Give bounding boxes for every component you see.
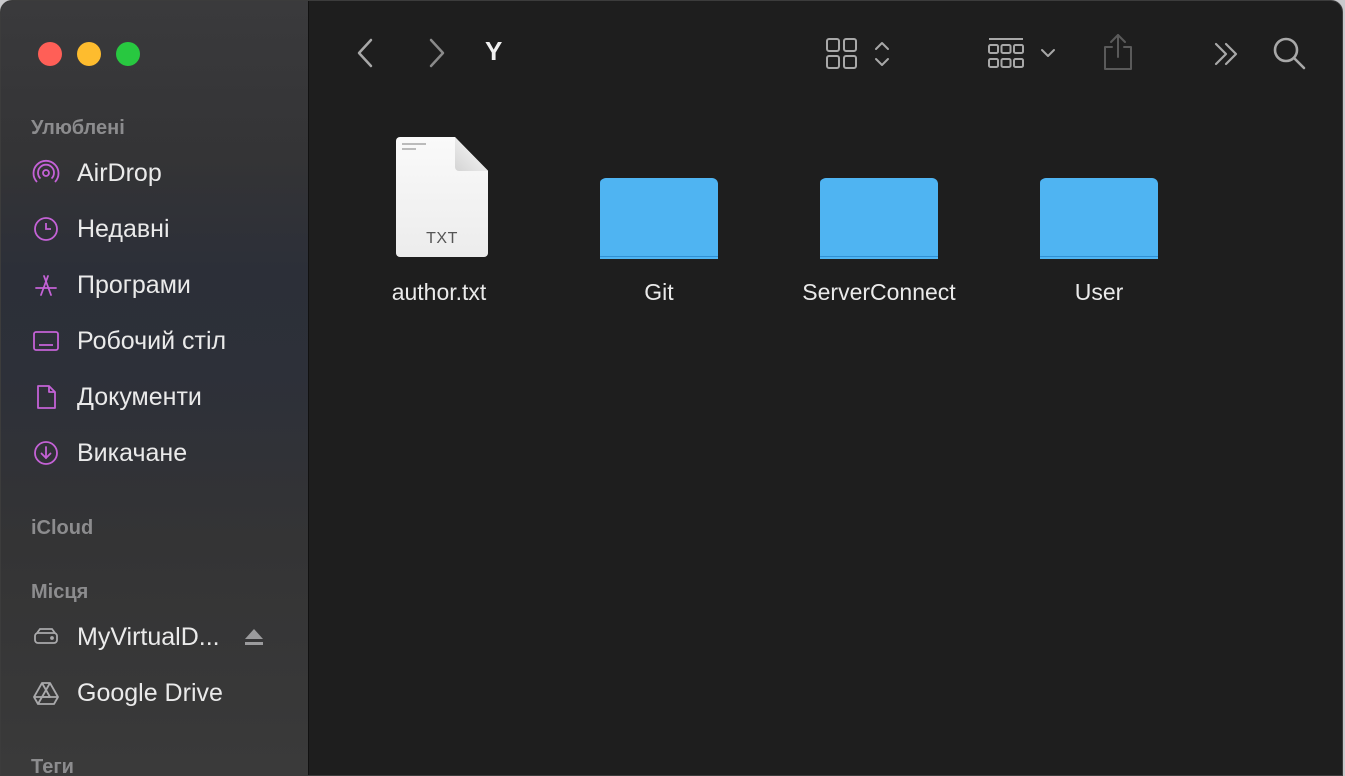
sidebar-item-downloads[interactable]: Викачане xyxy=(31,433,281,473)
group-icon[interactable] xyxy=(987,37,1059,71)
tags-section-title: Теги xyxy=(31,756,74,776)
file-item[interactable]: TXT author.txt xyxy=(339,137,539,306)
google-drive-icon xyxy=(31,678,61,708)
folder-icon xyxy=(809,137,949,268)
file-type-badge: TXT xyxy=(426,230,458,247)
sidebar-item-google-drive[interactable]: Google Drive xyxy=(31,673,281,713)
folder-item[interactable]: ServerConnect xyxy=(779,137,979,306)
folder-item[interactable]: Git xyxy=(559,137,759,306)
toolbar: Y xyxy=(309,1,1342,107)
more-chevrons-icon[interactable] xyxy=(1212,39,1242,69)
minimize-button[interactable] xyxy=(77,42,101,66)
download-icon xyxy=(31,438,61,468)
locations-section-title: Місця xyxy=(31,581,89,603)
search-icon[interactable] xyxy=(1271,35,1307,71)
share-icon[interactable] xyxy=(1101,31,1135,73)
sidebar: Улюблені AirDrop Недавні Програми Робочи… xyxy=(1,1,309,775)
chevron-left-icon[interactable] xyxy=(355,37,375,69)
sidebar-item-label: Недавні xyxy=(77,214,170,243)
folder-item[interactable]: User xyxy=(999,137,1199,306)
sidebar-item-label: Програми xyxy=(77,270,191,299)
favorites-section-title: Улюблені xyxy=(31,117,125,139)
sidebar-item-documents[interactable]: Документи xyxy=(31,377,281,417)
sidebar-item-label: MyVirtualD... xyxy=(77,622,220,651)
eject-icon[interactable] xyxy=(243,626,265,653)
sidebar-item-label: Викачане xyxy=(77,438,188,467)
airdrop-icon xyxy=(31,158,61,188)
sidebar-item-recents[interactable]: Недавні xyxy=(31,209,281,249)
file-name: User xyxy=(1074,279,1124,305)
clock-icon xyxy=(31,214,61,244)
sidebar-item-label: Документи xyxy=(77,382,202,411)
folder-icon xyxy=(1029,137,1169,268)
finder-window: Улюблені AirDrop Недавні Програми Робочи… xyxy=(0,0,1343,776)
file-name: ServerConnect xyxy=(802,279,956,305)
file-name: Git xyxy=(644,279,674,305)
txt-file-icon: TXT xyxy=(369,137,509,259)
close-button[interactable] xyxy=(38,42,62,66)
sidebar-item-label: Google Drive xyxy=(77,678,223,707)
window-title: Y xyxy=(485,36,503,66)
applications-icon xyxy=(31,270,61,300)
chevron-right-icon[interactable] xyxy=(427,37,447,69)
sidebar-item-airdrop[interactable]: AirDrop xyxy=(31,153,281,193)
sidebar-item-applications[interactable]: Програми xyxy=(31,265,281,305)
file-name: author.txt xyxy=(391,279,487,305)
desktop-icon xyxy=(31,326,61,356)
sidebar-item-label: Робочий стіл xyxy=(77,326,227,355)
folder-icon xyxy=(589,137,729,268)
window-controls xyxy=(38,42,140,66)
zoom-button[interactable] xyxy=(116,42,140,66)
document-icon xyxy=(31,382,61,412)
drive-icon xyxy=(31,622,61,652)
icon-grid-view-icon[interactable] xyxy=(825,37,895,71)
icloud-section-title: iCloud xyxy=(31,517,94,539)
sidebar-item-desktop[interactable]: Робочий стіл xyxy=(31,321,281,361)
sidebar-item-myvirtualdisk[interactable]: MyVirtualD... xyxy=(31,617,281,657)
sidebar-item-label: AirDrop xyxy=(77,158,162,187)
file-area: TXT author.txt Git ServerConnect User xyxy=(309,107,1342,775)
